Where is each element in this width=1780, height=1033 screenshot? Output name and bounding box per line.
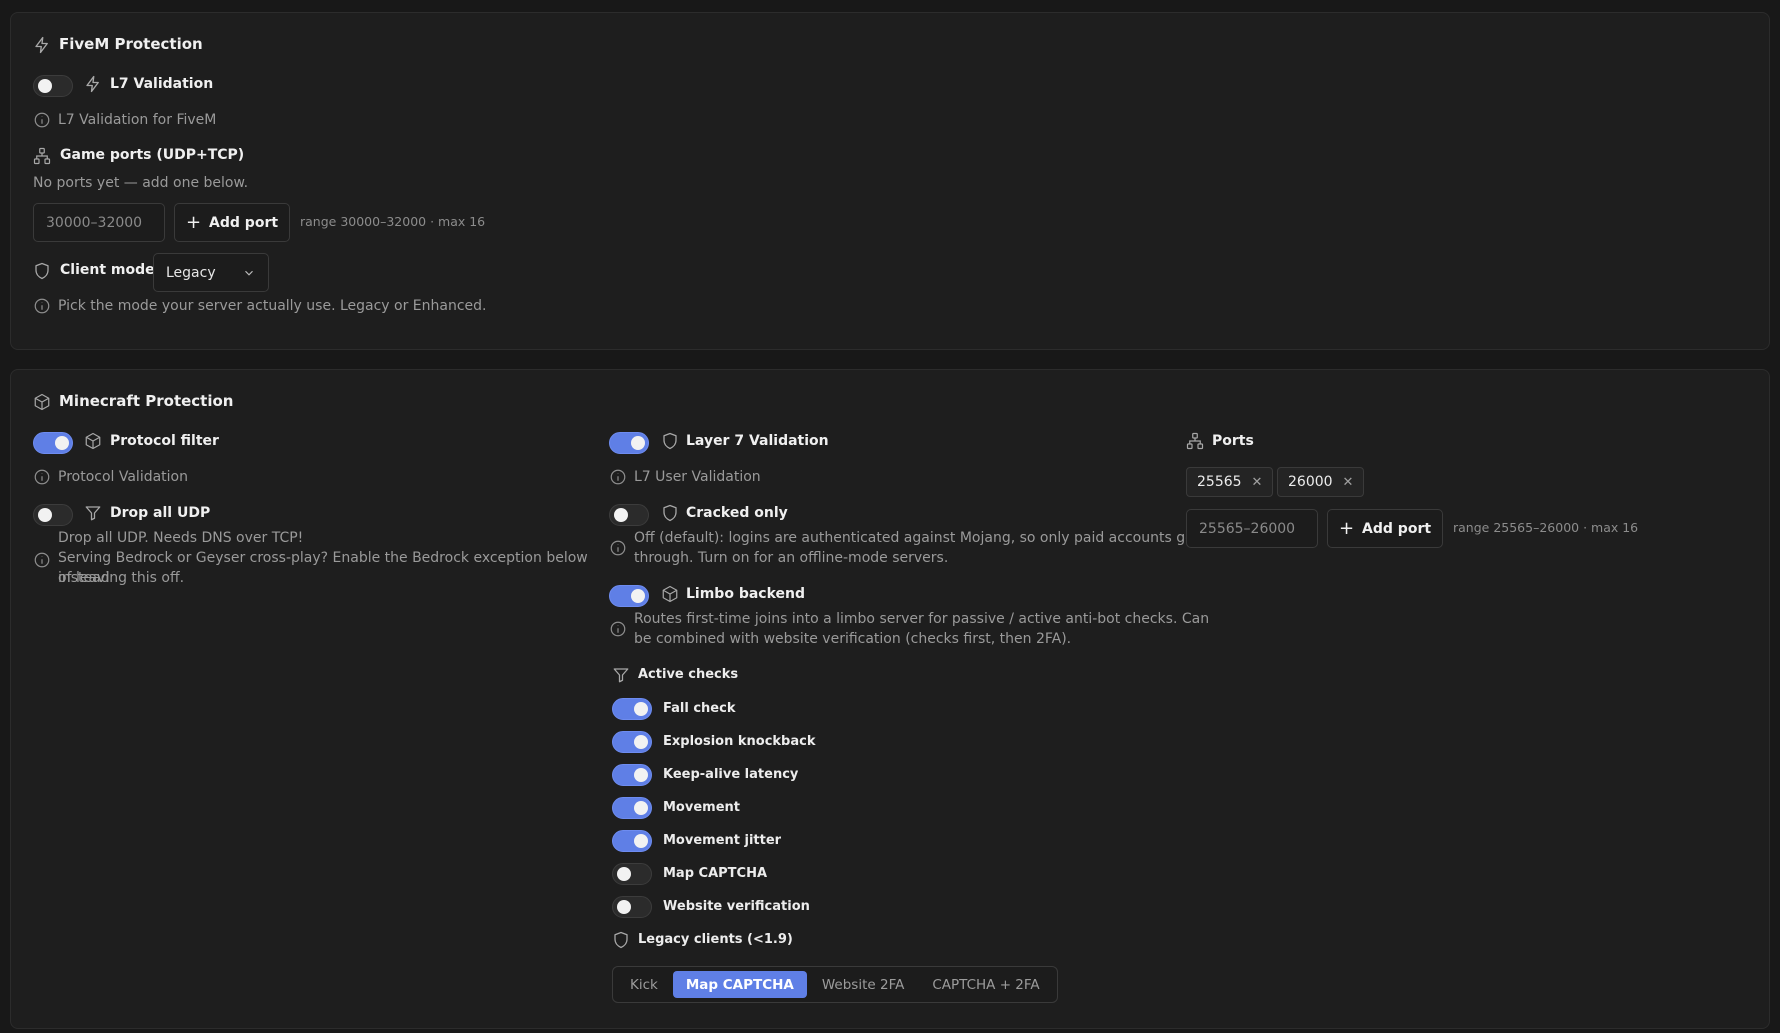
port-chip-value: 26000 (1288, 474, 1333, 490)
minecraft-protection-panel: Minecraft Protection Protocol filter Pro… (10, 369, 1770, 1029)
drop-all-udp-toggle[interactable] (33, 504, 73, 526)
shield-icon (661, 432, 679, 450)
layer7-validation-toggle[interactable] (609, 432, 649, 454)
shield-icon (661, 504, 679, 522)
legacy-clients-option[interactable]: CAPTCHA + 2FA (919, 971, 1052, 998)
game-ports-empty-text: No ports yet — add one below. (33, 175, 249, 191)
active-check-toggle[interactable] (612, 830, 652, 852)
client-mode-select[interactable]: Legacy (153, 253, 269, 292)
shield-icon (33, 262, 51, 280)
close-icon[interactable]: ✕ (1343, 475, 1354, 490)
fivem-add-port-button[interactable]: + Add port (174, 203, 290, 242)
port-chip-value: 25565 (1197, 474, 1242, 490)
active-checks-label: Active checks (638, 667, 739, 682)
active-check-toggle[interactable] (612, 731, 652, 753)
legacy-clients-option[interactable]: Website 2FA (809, 971, 917, 998)
ports-range-hint: range 25565–26000 · max 16 (1453, 520, 1639, 535)
drop-all-udp-hint-line2: of leaving this off. (58, 570, 185, 586)
network-icon (1186, 432, 1204, 450)
game-ports-label: Game ports (UDP+TCP) (60, 147, 245, 163)
cracked-only-toggle[interactable] (609, 504, 649, 526)
active-check-label: Fall check (663, 701, 736, 716)
l7-validation-toggle[interactable] (33, 75, 73, 97)
game-ports-range-hint: range 30000–32000 · max 16 (300, 214, 486, 229)
client-mode-hint: Pick the mode your server actually use. … (58, 298, 487, 314)
protocol-filter-label: Protocol filter (110, 433, 219, 449)
active-check-toggle[interactable] (612, 698, 652, 720)
plus-icon: + (185, 211, 202, 233)
close-icon[interactable]: ✕ (1252, 475, 1263, 490)
filter-icon (84, 504, 102, 522)
network-icon (33, 147, 51, 165)
cube-icon (84, 432, 102, 450)
drop-all-udp-label: Drop all UDP (110, 505, 211, 521)
active-check-label: Map CAPTCHA (663, 866, 768, 881)
limbo-backend-hint-line1: Routes first-time joins into a limbo ser… (634, 611, 1210, 627)
port-chip: 26000 ✕ (1277, 467, 1365, 497)
active-check-toggle[interactable] (612, 863, 652, 885)
cracked-only-hint-line2: through. Turn on for an offline-mode ser… (634, 550, 949, 566)
drop-all-udp-description: Drop all UDP. Needs DNS over TCP! (58, 530, 304, 546)
minecraft-title: Minecraft Protection (59, 392, 234, 410)
legacy-clients-option[interactable]: Map CAPTCHA (672, 971, 807, 998)
bolt-icon (33, 36, 51, 54)
active-check-label: Movement (663, 800, 740, 815)
fivem-protection-panel: FiveM Protection L7 Validation L7 Valida… (10, 12, 1770, 350)
active-check-label: Keep-alive latency (663, 767, 799, 782)
l7-validation-label: L7 Validation (110, 76, 214, 92)
info-icon (33, 297, 51, 315)
client-mode-label: Client mode (60, 262, 155, 278)
l7-validation-hint: L7 Validation for FiveM (58, 112, 217, 128)
cracked-only-label: Cracked only (686, 505, 788, 521)
minecraft-add-port-button[interactable]: + Add port (1327, 509, 1443, 548)
protocol-filter-toggle[interactable] (33, 432, 73, 454)
add-port-label: Add port (1362, 520, 1432, 537)
filter-icon (612, 666, 630, 684)
info-icon (33, 551, 51, 569)
active-check-label: Website verification (663, 899, 810, 914)
client-mode-value: Legacy (166, 264, 216, 281)
cracked-only-hint-line1: Off (default): logins are authenticated … (634, 530, 1200, 546)
info-icon (33, 111, 51, 129)
add-port-label: Add port (209, 214, 279, 231)
active-check-toggle[interactable] (612, 764, 652, 786)
protocol-filter-hint: Protocol Validation (58, 469, 188, 485)
active-check-toggle[interactable] (612, 896, 652, 918)
active-check-label: Movement jitter (663, 833, 782, 848)
plus-icon: + (1338, 517, 1355, 539)
info-icon (33, 468, 51, 486)
active-check-label: Explosion knockback (663, 734, 816, 749)
shield-icon (612, 931, 630, 949)
fivem-title: FiveM Protection (59, 35, 203, 53)
cube-icon (661, 585, 679, 603)
bolt-icon (84, 75, 102, 93)
cube-icon (33, 393, 51, 411)
info-icon (609, 468, 627, 486)
ports-input[interactable] (1186, 509, 1318, 548)
legacy-clients-segmented-control: Kick Map CAPTCHA Website 2FA CAPTCHA + 2FA (612, 966, 1058, 1003)
game-ports-input[interactable] (33, 203, 165, 242)
layer7-validation-hint: L7 User Validation (634, 469, 761, 485)
port-chip: 25565 ✕ (1186, 467, 1274, 497)
layer7-validation-label: Layer 7 Validation (686, 433, 829, 449)
info-icon (609, 620, 627, 638)
active-check-toggle[interactable] (612, 797, 652, 819)
legacy-clients-option[interactable]: Kick (617, 971, 671, 998)
limbo-backend-label: Limbo backend (686, 586, 806, 602)
chevron-down-icon (242, 266, 256, 284)
legacy-clients-label: Legacy clients (<1.9) (638, 932, 793, 947)
limbo-backend-hint-line2: be combined with website verification (c… (634, 631, 1072, 647)
info-icon (609, 539, 627, 557)
limbo-backend-toggle[interactable] (609, 585, 649, 607)
ports-label: Ports (1212, 433, 1254, 449)
